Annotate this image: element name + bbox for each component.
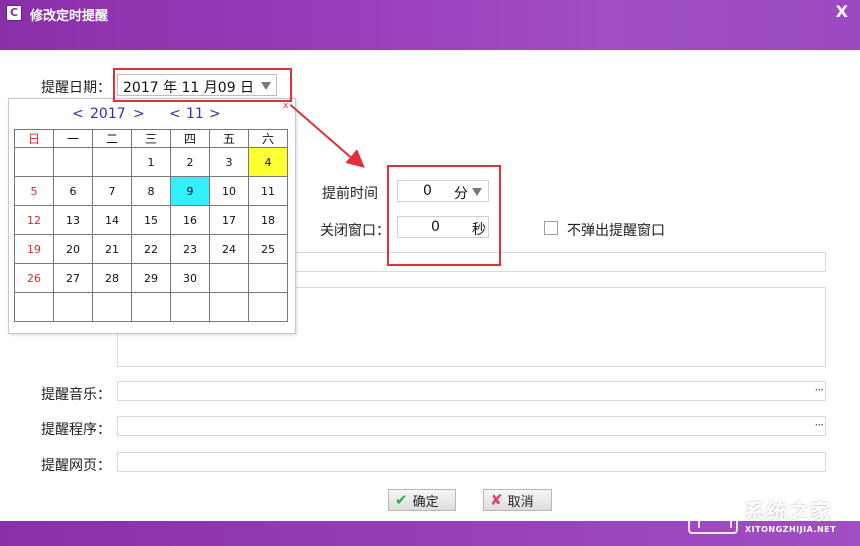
calendar-day[interactable]: 24	[209, 234, 249, 264]
weekday-header: 一	[53, 129, 93, 148]
calendar-day[interactable]: 11	[248, 176, 288, 206]
watermark: 系统之家 XITONGZHIJIA.NET	[688, 494, 858, 542]
calendar-day[interactable]: 30	[170, 263, 210, 293]
calendar-day[interactable]	[53, 292, 93, 322]
calendar-day[interactable]: 16	[170, 205, 210, 235]
calendar-day[interactable]: 8	[131, 176, 171, 206]
weekday-header: 二	[92, 129, 132, 148]
weekday-header: 五	[209, 129, 249, 148]
calendar-year: 2017	[90, 106, 126, 122]
calendar-day[interactable]: 3	[209, 147, 249, 177]
calendar-day[interactable]	[248, 263, 288, 293]
weekday-header: 四	[170, 129, 210, 148]
webpage-label: 提醒网页：	[41, 458, 111, 474]
browse-button[interactable]: ···	[815, 383, 825, 397]
calendar-day[interactable]: 5	[14, 176, 54, 206]
calendar-day[interactable]: 19	[14, 234, 54, 264]
weekday-header: 日	[14, 129, 54, 148]
calendar-day[interactable]: 17	[209, 205, 249, 235]
title-bar: C 修改定时提醒 X	[0, 0, 860, 50]
date-highlight-box	[113, 68, 292, 102]
calendar-day[interactable]: 14	[92, 205, 132, 235]
watermark-name: 系统之家	[744, 500, 832, 524]
calendar-day[interactable]: 6	[53, 176, 93, 206]
calendar-day[interactable]: 13	[53, 205, 93, 235]
close-button[interactable]: X	[836, 2, 848, 21]
calendar-day-today[interactable]: 4	[248, 147, 288, 177]
calendar-day[interactable]: 10	[209, 176, 249, 206]
calendar-day[interactable]: 28	[92, 263, 132, 293]
calendar-day[interactable]: 2	[170, 147, 210, 177]
time-highlight-box	[387, 165, 501, 266]
prev-month-button[interactable]: <	[169, 106, 181, 122]
ok-label: 确定	[412, 494, 439, 510]
webpage-field[interactable]	[117, 452, 826, 472]
ok-button[interactable]: ✔ 确定	[388, 489, 456, 511]
calendar-day[interactable]	[92, 147, 132, 177]
calendar-day[interactable]	[209, 263, 249, 293]
watermark-url: XITONGZHIJIA.NET	[745, 525, 837, 534]
calendar-day[interactable]: 12	[14, 205, 54, 235]
calendar-day[interactable]: 27	[53, 263, 93, 293]
x-icon: ✘	[490, 491, 503, 509]
calendar-popup: < 2017 > < 11 > x 日 一 二 三 四 五 六 1 2 3 4 …	[8, 98, 296, 334]
music-label: 提醒音乐：	[41, 387, 111, 403]
calendar-day[interactable]	[92, 292, 132, 322]
calendar-day[interactable]: 1	[131, 147, 171, 177]
next-month-button[interactable]: >	[209, 106, 221, 122]
app-icon: C	[6, 5, 22, 21]
program-label: 提醒程序：	[41, 422, 111, 438]
calendar-day[interactable]	[14, 147, 54, 177]
program-field[interactable]: ···	[117, 416, 826, 436]
prev-year-button[interactable]: <	[72, 106, 84, 122]
calendar-day[interactable]: 7	[92, 176, 132, 206]
music-field[interactable]: ···	[117, 381, 826, 401]
calendar-day[interactable]: 18	[248, 205, 288, 235]
calendar-day[interactable]: 23	[170, 234, 210, 264]
calendar-grid: 日 一 二 三 四 五 六 1 2 3 4 5 6 7 8 9 10 11 12	[14, 129, 288, 322]
window-title: 修改定时提醒	[30, 9, 109, 24]
annotation-arrow-line	[289, 104, 356, 162]
calendar-day[interactable]	[131, 292, 171, 322]
advance-label: 提前时间	[322, 186, 378, 202]
calendar-day[interactable]: 25	[248, 234, 288, 264]
date-label: 提醒日期：	[41, 80, 111, 96]
weekday-header: 三	[131, 129, 171, 148]
calendar-day[interactable]: 15	[131, 205, 171, 235]
calendar-day[interactable]	[14, 292, 54, 322]
calendar-day[interactable]	[170, 292, 210, 322]
calendar-month: 11	[186, 106, 204, 122]
cancel-button[interactable]: ✘ 取消	[483, 489, 552, 511]
check-icon: ✔	[395, 491, 408, 509]
calendar-day[interactable]: 26	[14, 263, 54, 293]
next-year-button[interactable]: >	[133, 106, 145, 122]
calendar-day[interactable]	[209, 292, 249, 322]
cancel-label: 取消	[507, 494, 534, 510]
annotation-arrowhead	[345, 149, 371, 175]
no-popup-label: 不弹出提醒窗口	[567, 223, 665, 239]
calendar-day[interactable]: 21	[92, 234, 132, 264]
calendar-day-selected[interactable]: 9	[170, 176, 210, 206]
weekday-header: 六	[248, 129, 288, 148]
house-logo-icon	[688, 496, 738, 534]
calendar-day[interactable]: 29	[131, 263, 171, 293]
no-popup-checkbox[interactable]	[544, 221, 558, 235]
browse-button[interactable]: ···	[815, 418, 825, 432]
calendar-day[interactable]	[53, 147, 93, 177]
calendar-day[interactable]: 20	[53, 234, 93, 264]
close-window-label: 关闭窗口：	[320, 223, 390, 239]
calendar-day[interactable]: 22	[131, 234, 171, 264]
calendar-day[interactable]	[248, 292, 288, 322]
calendar-close-button[interactable]: x	[283, 101, 288, 111]
